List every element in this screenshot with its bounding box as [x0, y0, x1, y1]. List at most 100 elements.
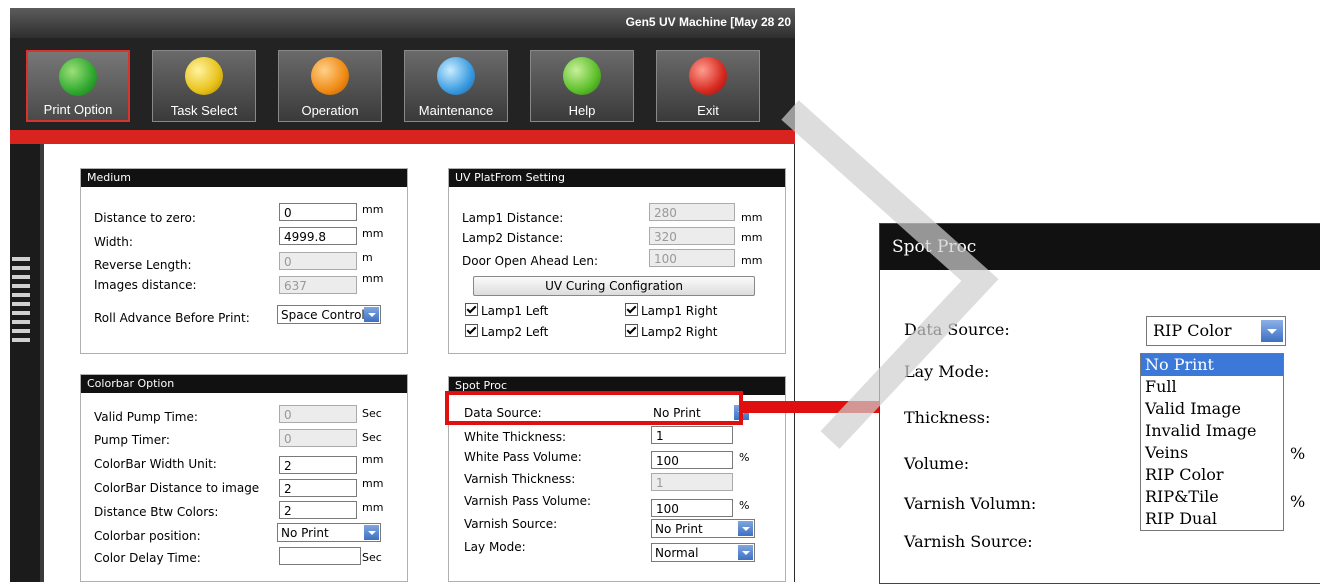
unit-label: Sec — [362, 407, 382, 420]
zoom-volume-label: Volume: — [904, 454, 970, 473]
lamp2-distance-label: Lamp2 Distance: — [462, 231, 564, 245]
unit-label: Sec — [362, 431, 382, 444]
lamp1-distance-input[interactable]: 280 — [649, 203, 735, 221]
valid-pump-time-input[interactable]: 0 — [279, 405, 357, 423]
roll-advance-select[interactable]: Space Control — [277, 305, 381, 324]
chevron-down-icon[interactable] — [364, 307, 379, 322]
zoom-data-source-select[interactable]: RIP Color — [1146, 316, 1286, 346]
exit-label: Exit — [697, 103, 719, 118]
unit-label: mm — [362, 227, 384, 240]
pump-timer-input[interactable]: 0 — [279, 429, 357, 447]
side-strip — [10, 144, 40, 582]
zoom-panel: Spot Proc Data Source: RIP Color Lay Mod… — [879, 223, 1320, 584]
varnish-pass-volume-input[interactable]: 100 — [651, 499, 733, 517]
unit-label: mm — [741, 231, 763, 244]
lamp2-left-checkbox[interactable]: Lamp2 Left — [465, 324, 548, 339]
varnish-pass-volume-label: Varnish Pass Volume: — [464, 494, 592, 508]
uv-curing-config-button[interactable]: UV Curing Configration — [473, 276, 755, 296]
zoom-percent-label: % — [1290, 444, 1306, 463]
grip-line[interactable] — [12, 284, 30, 288]
maintenance-icon — [437, 57, 475, 95]
checkbox-check-icon — [625, 303, 638, 316]
zoom-data-source-value: RIP Color — [1153, 321, 1232, 340]
grip-line[interactable] — [12, 293, 30, 297]
color-delay-input[interactable] — [279, 547, 361, 565]
grip-line[interactable] — [12, 302, 30, 306]
grip-line[interactable] — [12, 257, 30, 261]
dropdown-option[interactable]: RIP Dual — [1141, 508, 1283, 530]
door-open-input[interactable]: 100 — [649, 249, 735, 267]
lamp2-right-label: Lamp2 Right — [641, 325, 718, 339]
images-distance-input[interactable]: 637 — [279, 276, 357, 294]
medium-panel: Medium Distance to zero: 0 mm Width: 499… — [80, 168, 408, 354]
zoom-data-source-label: Data Source: — [904, 320, 1010, 339]
help-button[interactable]: Help — [530, 50, 634, 122]
chevron-down-icon[interactable] — [1261, 320, 1283, 342]
content-area: Medium Distance to zero: 0 mm Width: 499… — [40, 144, 794, 582]
dropdown-option[interactable]: RIP Color — [1141, 464, 1283, 486]
dropdown-option[interactable]: Valid Image — [1141, 398, 1283, 420]
window-title: Gen5 UV Machine [May 28 20 — [625, 15, 791, 29]
lamp1-left-label: Lamp1 Left — [481, 304, 549, 318]
lamp1-right-checkbox[interactable]: Lamp1 Right — [625, 303, 717, 318]
checkbox-check-icon — [625, 324, 638, 337]
colorbar-position-label: Colorbar position: — [94, 529, 201, 543]
varnish-thickness-input[interactable]: 1 — [651, 473, 733, 491]
lay-mode-label: Lay Mode: — [464, 540, 526, 554]
lamp1-distance-label: Lamp1 Distance: — [462, 211, 564, 225]
colorbar-position-value: No Print — [281, 526, 329, 540]
unit-label: mm — [362, 477, 384, 490]
operation-button[interactable]: Operation — [278, 50, 382, 122]
dropdown-option[interactable]: Invalid Image — [1141, 420, 1283, 442]
colorbar-position-select[interactable]: No Print — [277, 523, 381, 542]
unit-label: mm — [362, 453, 384, 466]
white-thickness-input[interactable]: 1 — [651, 426, 733, 444]
grip-line[interactable] — [12, 329, 30, 333]
title-bar: Gen5 UV Machine [May 28 20 — [10, 8, 795, 38]
distance-btw-colors-input[interactable]: 2 — [279, 501, 357, 519]
colorbar-distance-input[interactable]: 2 — [279, 479, 357, 497]
app-window: Gen5 UV Machine [May 28 20 Print Option … — [10, 8, 795, 582]
task-select-label: Task Select — [170, 103, 238, 118]
task-select-button[interactable]: Task Select — [152, 50, 256, 122]
grip-line[interactable] — [12, 311, 30, 315]
dropdown-option[interactable]: No Print — [1141, 354, 1283, 376]
dropdown-option[interactable]: Full — [1141, 376, 1283, 398]
uv-platform-panel: UV PlatFrom Setting Lamp1 Distance: 280 … — [448, 168, 786, 354]
distance-to-zero-input[interactable]: 0 — [279, 203, 357, 221]
colorbar-width-label: ColorBar Width Unit: — [94, 457, 217, 471]
zoom-varnish-source-label: Varnish Source: — [904, 532, 1033, 551]
grip-line[interactable] — [12, 338, 30, 342]
images-distance-label: Images distance: — [94, 278, 197, 292]
color-delay-label: Color Delay Time: — [94, 551, 201, 565]
lamp2-distance-input[interactable]: 320 — [649, 227, 735, 245]
dropdown-option[interactable]: Veins — [1141, 442, 1283, 464]
maintenance-button[interactable]: Maintenance — [404, 50, 508, 122]
varnish-source-select[interactable]: No Print — [651, 519, 755, 538]
lay-mode-select[interactable]: Normal — [651, 543, 755, 562]
zoom-lay-mode-label: Lay Mode: — [904, 362, 990, 381]
white-pass-volume-input[interactable]: 100 — [651, 451, 733, 469]
unit-label: % — [739, 451, 750, 464]
exit-button[interactable]: Exit — [656, 50, 760, 122]
chevron-down-icon[interactable] — [738, 521, 753, 536]
colorbar-width-input[interactable]: 2 — [279, 456, 357, 474]
help-icon — [563, 57, 601, 95]
grip-line[interactable] — [12, 275, 30, 279]
chevron-down-icon[interactable] — [364, 525, 379, 540]
dropdown-option[interactable]: RIP&Tile — [1141, 486, 1283, 508]
chevron-down-icon[interactable] — [738, 545, 753, 560]
width-input[interactable]: 4999.8 — [279, 227, 357, 245]
distance-to-zero-label: Distance to zero: — [94, 211, 196, 225]
help-label: Help — [568, 103, 596, 118]
grip-line[interactable] — [12, 266, 30, 270]
door-open-label: Door Open Ahead Len: — [462, 254, 599, 268]
lamp2-right-checkbox[interactable]: Lamp2 Right — [625, 324, 717, 339]
reverse-length-input[interactable]: 0 — [279, 252, 357, 270]
task-select-icon — [185, 57, 223, 95]
lamp1-left-checkbox[interactable]: Lamp1 Left — [465, 303, 548, 318]
unit-label: mm — [362, 501, 384, 514]
print-option-button[interactable]: Print Option — [26, 50, 130, 122]
operation-label: Operation — [301, 103, 359, 118]
grip-line[interactable] — [12, 320, 30, 324]
